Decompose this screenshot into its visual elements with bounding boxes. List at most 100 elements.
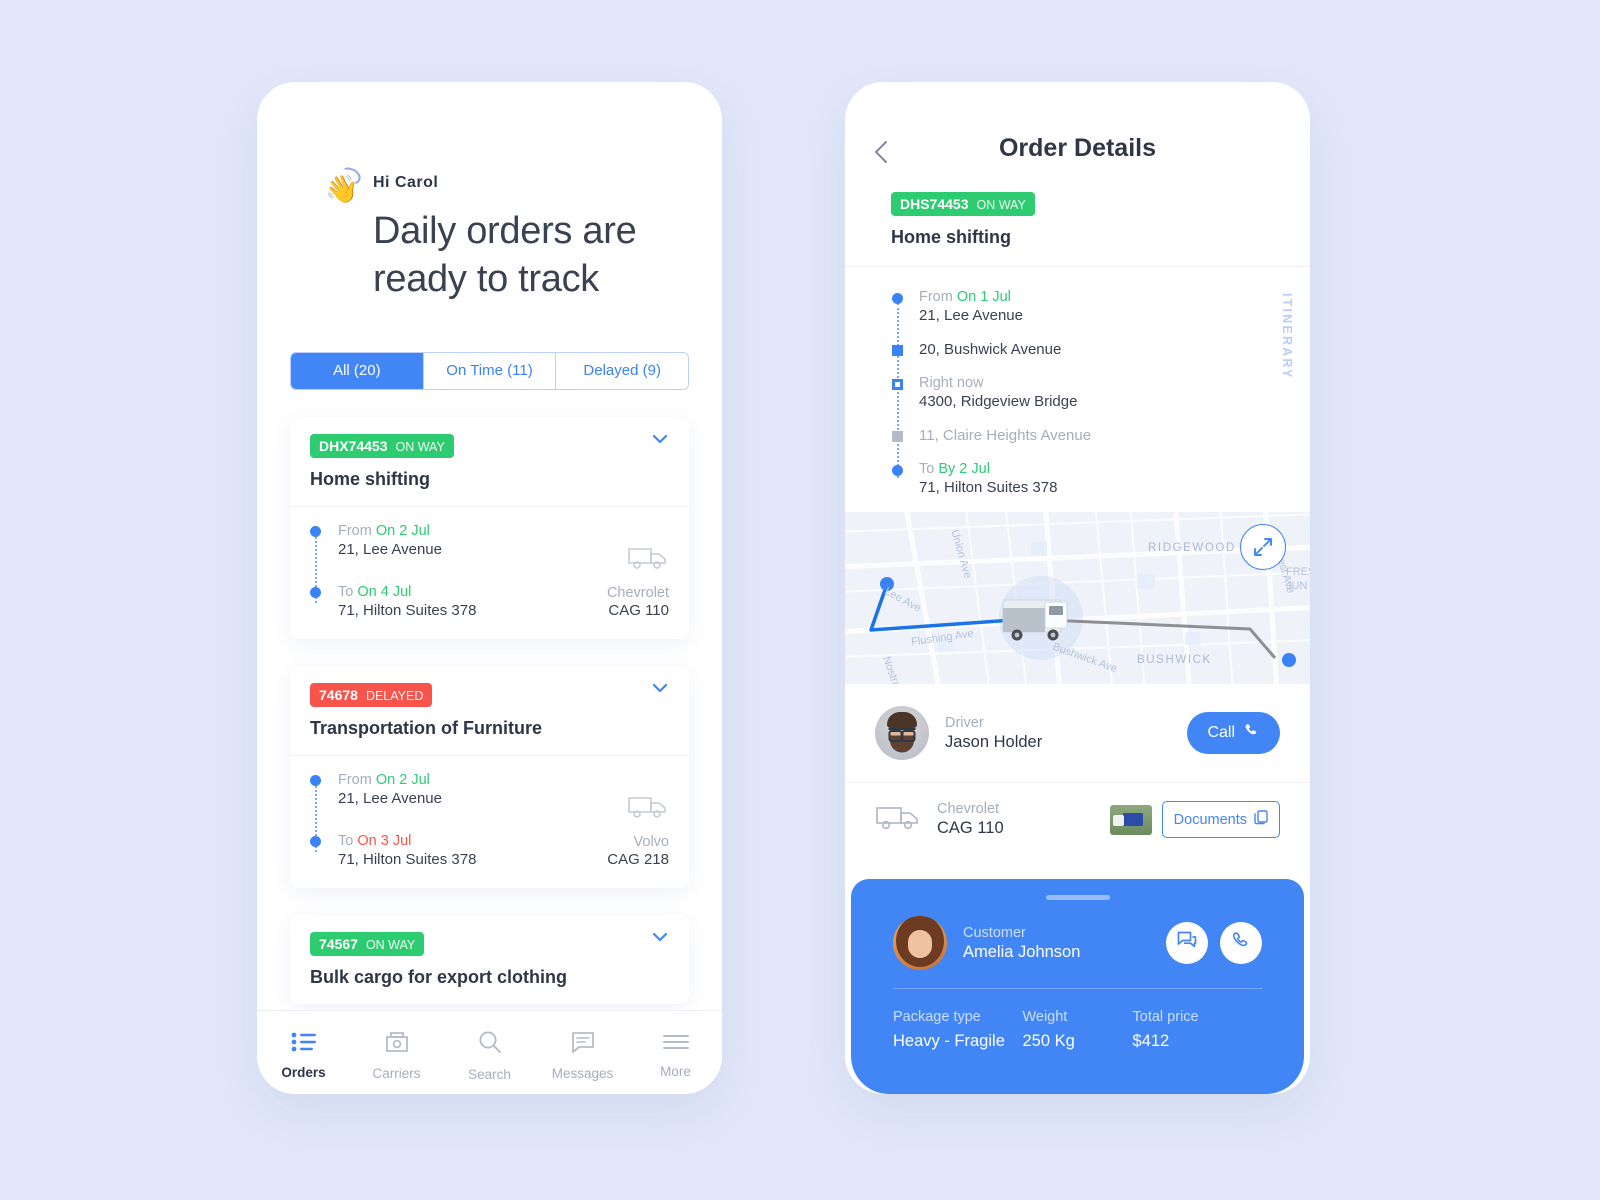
- page-title: Daily orders are ready to track: [373, 210, 637, 300]
- stop-pending-icon: [892, 431, 903, 442]
- order-status: ON WAY: [365, 937, 416, 952]
- page-title: Order Details: [998, 134, 1156, 162]
- order-card[interactable]: 74567 ON WAY Bulk cargo for export cloth…: [290, 914, 689, 1004]
- order-card-header: 74678 DELAYED Transportation of Furnitur…: [290, 666, 689, 756]
- call-driver-button[interactable]: Call: [1187, 712, 1280, 754]
- order-card[interactable]: 74678 DELAYED Transportation of Furnitur…: [290, 665, 689, 888]
- drag-handle[interactable]: [1045, 895, 1110, 900]
- call-button-label: Call: [1207, 724, 1235, 741]
- expand-icon[interactable]: [1240, 524, 1286, 570]
- tab-carriers[interactable]: Carriers: [350, 1031, 443, 1081]
- order-card-header: 74567 ON WAY Bulk cargo for export cloth…: [290, 915, 689, 1004]
- vehicle-info: Chevrolet CAG 110: [557, 523, 669, 619]
- route-timeline: From On 2 Jul 21, Lee Avenue To On 4 Jul…: [310, 523, 557, 619]
- customer-name: Amelia Johnson: [963, 942, 1081, 961]
- list-icon: [291, 1032, 317, 1057]
- stop-current-icon: [892, 379, 903, 390]
- fact-label: Weight: [1022, 1009, 1068, 1025]
- itinerary-stop: From On 1 Jul 21, Lee Avenue: [892, 289, 1264, 324]
- itinerary-label: ITINERARY: [1280, 293, 1294, 380]
- status-badge: 74678 DELAYED: [310, 682, 433, 707]
- filter-tab-all[interactable]: All (20): [291, 352, 424, 389]
- customer-row: Customer Amelia Johnson: [893, 916, 1262, 989]
- tab-search[interactable]: Search: [443, 1030, 536, 1082]
- filter-tab-delayed[interactable]: Delayed (9): [556, 352, 688, 389]
- to-date: On 3 Jul: [357, 832, 412, 849]
- tab-label: Search: [468, 1066, 511, 1082]
- tab-label: Orders: [281, 1064, 326, 1080]
- tab-more[interactable]: More: [629, 1033, 722, 1079]
- itinerary-list: ITINERARY From On 1 Jul 21, Lee Avenue 2…: [845, 267, 1310, 512]
- order-summary: DHS74453 ON WAY Home shifting: [845, 184, 1310, 267]
- order-card[interactable]: DHX74453 ON WAY Home shifting From On 2 …: [290, 416, 689, 639]
- bottom-navigation: Orders Carriers Search Messages More: [257, 1010, 722, 1094]
- order-status: ON WAY: [395, 439, 445, 454]
- map-street-label: FRES JUN: [1286, 566, 1310, 592]
- driver-avatar: [875, 706, 929, 760]
- tab-orders[interactable]: Orders: [257, 1032, 350, 1080]
- route-dot-icon: [310, 774, 321, 786]
- order-status: DELAYED: [365, 688, 424, 703]
- truck-icon: [627, 794, 669, 825]
- order-status: ON WAY: [976, 198, 1026, 212]
- stop-address: 11, Claire Heights Avenue: [919, 427, 1092, 444]
- order-card-body: From On 2 Jul 21, Lee Avenue To On 4 Jul…: [290, 507, 689, 639]
- customer-role-label: Customer: [963, 924, 1026, 941]
- from-date: On 2 Jul: [375, 522, 430, 539]
- route-dot-icon: [310, 586, 321, 598]
- from-label: From: [338, 771, 372, 788]
- stop-date: By 2 Jul: [938, 461, 990, 477]
- chevron-down-icon[interactable]: [653, 683, 667, 692]
- tab-messages[interactable]: Messages: [536, 1031, 629, 1081]
- order-code: DHX74453: [319, 437, 388, 454]
- order-code: 74678: [319, 686, 358, 703]
- itinerary-stop: 20, Bushwick Avenue: [892, 341, 1264, 358]
- chevron-down-icon[interactable]: [653, 434, 667, 443]
- stop-date: Right now: [919, 375, 984, 391]
- driver-row: Driver Jason Holder Call: [845, 684, 1310, 782]
- map-area-label: RIDGEWOOD: [1148, 542, 1236, 554]
- vehicle-make: Chevrolet: [937, 801, 1000, 817]
- chevron-down-icon[interactable]: [653, 932, 667, 941]
- chat-icon: [1177, 931, 1197, 955]
- stop-dot-icon: [892, 465, 903, 476]
- itinerary-stop-current: Right now 4300, Ridgeview Bridge: [892, 375, 1264, 410]
- route-stop-from: From On 2 Jul 21, Lee Avenue: [310, 522, 557, 558]
- itinerary-stop: To By 2 Jul 71, Hilton Suites 378: [892, 461, 1264, 496]
- filter-tab-on-time[interactable]: On Time (11): [423, 352, 557, 389]
- map-area-label: BUSHWICK: [1137, 654, 1212, 666]
- order-filter-tabs: All (20) On Time (11) Delayed (9): [290, 351, 689, 390]
- stop-square-icon: [892, 345, 903, 356]
- status-badge: 74567 ON WAY: [310, 931, 425, 956]
- fact-value: Heavy - Fragile: [893, 1032, 1005, 1050]
- route-stop-from: From On 2 Jul 21, Lee Avenue: [310, 771, 557, 807]
- order-code: DHS74453: [900, 196, 969, 212]
- order-card-body: From On 2 Jul 21, Lee Avenue To On 3 Jul…: [290, 756, 689, 888]
- fact-label: Total price: [1132, 1009, 1199, 1025]
- waving-hand-icon: 👋: [325, 164, 364, 203]
- from-address: 21, Lee Avenue: [338, 540, 442, 558]
- search-icon: [478, 1030, 502, 1059]
- to-address: 71, Hilton Suites 378: [338, 601, 477, 619]
- order-title: Transportation of Furniture: [310, 717, 542, 738]
- copy-icon: [1254, 810, 1268, 829]
- fact-total-price: Total price $412: [1133, 1009, 1262, 1051]
- to-address: 71, Hilton Suites 378: [338, 850, 477, 868]
- to-label: To: [338, 583, 354, 600]
- documents-button[interactable]: Documents: [1161, 801, 1280, 838]
- tab-label: Carriers: [372, 1065, 421, 1081]
- fact-label: Package type: [893, 1009, 981, 1025]
- vehicle-plate: CAG 218: [607, 850, 669, 868]
- vehicle-make: Volvo: [633, 833, 669, 850]
- fact-weight: Weight 250 Kg: [1022, 1009, 1132, 1051]
- phone-icon: [1243, 722, 1260, 744]
- call-customer-button[interactable]: [1220, 922, 1262, 964]
- vehicle-plate: CAG 110: [608, 601, 669, 619]
- from-date: On 2 Jul: [375, 771, 430, 788]
- route-map[interactable]: RIDGEWOOD BUSHWICK Union Ave Lee Ave Flu…: [845, 512, 1310, 684]
- route-dot-icon: [310, 525, 321, 537]
- chat-customer-button[interactable]: [1166, 922, 1208, 964]
- stop-address: 21, Lee Avenue: [919, 307, 1023, 324]
- status-badge: DHX74453 ON WAY: [310, 433, 454, 458]
- chevron-left-icon[interactable]: [873, 140, 895, 163]
